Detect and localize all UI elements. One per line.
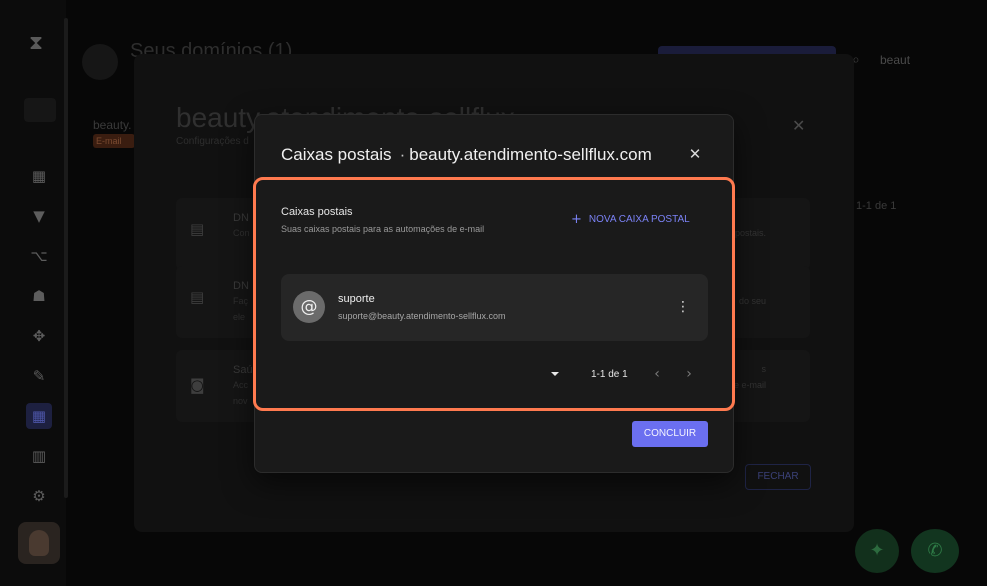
user-avatar[interactable]: [18, 522, 60, 564]
chevron-left-icon[interactable]: ‹: [649, 365, 665, 383]
at-sign-icon: @: [293, 291, 325, 323]
new-mailbox-button[interactable]: + NOVA CAIXA POSTAL: [571, 212, 690, 227]
reports-icon[interactable]: ▥: [29, 446, 49, 466]
integrations-icon[interactable]: ✥: [29, 326, 49, 346]
close-button[interactable]: FECHAR: [745, 464, 811, 490]
contacts-icon[interactable]: ☗: [29, 286, 49, 306]
card-text: Acc: [233, 380, 249, 390]
mailbox-email: suporte@beauty.atendimento-sellflux.com: [338, 311, 506, 321]
conclude-button[interactable]: CONCLUIR: [632, 421, 708, 447]
dashboard-icon[interactable]: ▦: [29, 166, 49, 186]
mailboxes-dialog: Caixas postais · beauty.atendimento-sellfl…: [253, 114, 735, 473]
list-pagination: 1-1 de 1: [856, 200, 897, 212]
card-title: Saú: [233, 364, 253, 376]
app-root: ⧗ ▦ ▼ ⌥ ☗ ✥ ✎ ▦ ▥ ⚙ Seus domínios (1) ⌕ …: [0, 0, 987, 586]
close-icon[interactable]: ✕: [792, 116, 805, 135]
tools-icon[interactable]: ✎: [29, 366, 49, 386]
title-separator: ·: [399, 145, 406, 164]
domain-type-badge: E-mail: [93, 134, 135, 148]
domains-icon[interactable]: ▦: [26, 403, 52, 429]
funnel-icon[interactable]: ▼: [29, 206, 49, 226]
dialog-domain: beauty.atendimento-sellflux.com: [409, 145, 652, 164]
settings-icon[interactable]: ⚙: [29, 486, 49, 506]
server-check-icon: ▤: [190, 288, 205, 306]
domain-list-item[interactable]: beauty.: [93, 118, 131, 132]
card-text-2: ele: [233, 312, 246, 322]
search-input[interactable]: beaut: [880, 53, 910, 67]
section-title: Caixas postais: [281, 206, 353, 218]
page-header-icon: [82, 44, 118, 80]
card-text: Faç: [233, 296, 249, 306]
card-title: DN: [233, 212, 249, 224]
sidebar-toggle[interactable]: [24, 98, 56, 122]
plus-icon: +: [571, 212, 582, 227]
ai-assistant-button[interactable]: ✦: [855, 529, 899, 573]
card-right-text: do seu: [738, 296, 766, 306]
sidebar: ⧗ ▦ ▼ ⌥ ☗ ✥ ✎ ▦ ▥ ⚙: [0, 0, 68, 586]
mailbox-name: suporte: [338, 293, 375, 305]
sidebar-scrollbar[interactable]: [64, 18, 68, 498]
more-vertical-icon[interactable]: ⋮: [673, 296, 693, 318]
whatsapp-button[interactable]: ✆: [911, 529, 959, 573]
card-right-text: postais.: [734, 228, 766, 238]
pagination-label: 1-1 de 1: [591, 369, 628, 380]
pulse-icon: ◙: [190, 376, 205, 394]
dialog-title: Caixas postais · beauty.atendimento-sellfl…: [281, 145, 652, 165]
section-subtitle: Suas caixas postais para as automações d…: [281, 224, 485, 234]
card-right-title: s: [761, 364, 767, 374]
new-mailbox-label: NOVA CAIXA POSTAL: [588, 214, 690, 225]
logo-icon: ⧗: [29, 30, 44, 54]
rows-per-page-dropdown[interactable]: [551, 372, 559, 376]
domain-dialog-subtitle: Configurações d: [176, 136, 249, 147]
dialog-title-text: Caixas postais: [281, 145, 392, 164]
card-text-2: nov: [233, 396, 248, 406]
chevron-right-icon[interactable]: ›: [681, 365, 697, 383]
flow-icon[interactable]: ⌥: [29, 246, 49, 266]
list-item[interactable]: @ suporte suporte@beauty.atendimento-sel…: [281, 274, 708, 341]
card-title: DN: [233, 280, 249, 292]
server-icon: ▤: [190, 220, 205, 238]
card-text: Con: [233, 228, 250, 238]
close-icon[interactable]: ✕: [687, 146, 703, 162]
